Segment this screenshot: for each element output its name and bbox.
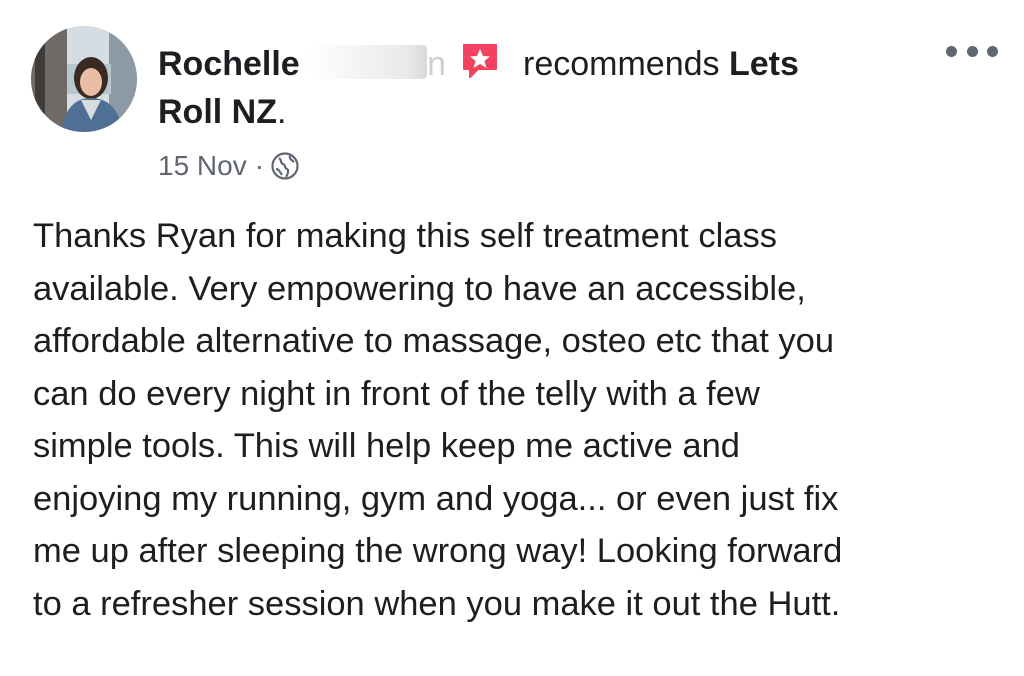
post-body-line: simple tools. This will help keep me act… (33, 427, 740, 465)
more-dot (946, 45, 957, 57)
page-name-link[interactable]: Lets (729, 45, 799, 83)
post-date[interactable]: 15 Nov (158, 146, 247, 186)
post-body-line: enjoying my running, gym and yoga... or … (33, 479, 839, 518)
more-dot (987, 45, 998, 57)
author-surname-redacted (309, 45, 428, 79)
avatar[interactable] (31, 26, 137, 132)
post-body-line: to a refresher session when you make it … (33, 584, 841, 623)
recommendation-star-icon (460, 41, 500, 81)
page-name-link-continued[interactable]: Roll NZ (158, 93, 277, 131)
post-meta: 15 Nov · (158, 146, 300, 186)
more-dot (966, 45, 978, 57)
post-body-line: affordable alternative to massage, osteo… (33, 322, 835, 360)
trailing-punct: . (276, 93, 287, 131)
post-body-line: me up after sleeping the wrong way! Look… (33, 532, 843, 570)
action-verb: recommends (523, 45, 720, 83)
avatar-photo (31, 26, 137, 132)
post-body-line: Thanks Ryan for making this self treatme… (33, 217, 777, 255)
post-body-line: can do every night in front of the telly… (33, 374, 760, 413)
more-options-icon[interactable] (946, 38, 998, 64)
globe-icon[interactable] (270, 151, 300, 181)
recommendation-post: Rochelle n recommends Lets Roll NZ. 15 N… (0, 0, 1024, 676)
post-header: Rochelle n recommends Lets Roll NZ. (158, 40, 888, 136)
page-name-line2: Roll NZ (158, 93, 277, 131)
meta-separator: · (254, 150, 265, 181)
author-surname-partial: n (427, 45, 447, 83)
post-body-line: available. Very empowering to have an ac… (33, 269, 806, 308)
page-name-line1: Lets (728, 45, 799, 83)
author-name[interactable]: Rochelle (158, 45, 300, 83)
post-body: Thanks Ryan for making this self treatme… (33, 210, 1008, 630)
